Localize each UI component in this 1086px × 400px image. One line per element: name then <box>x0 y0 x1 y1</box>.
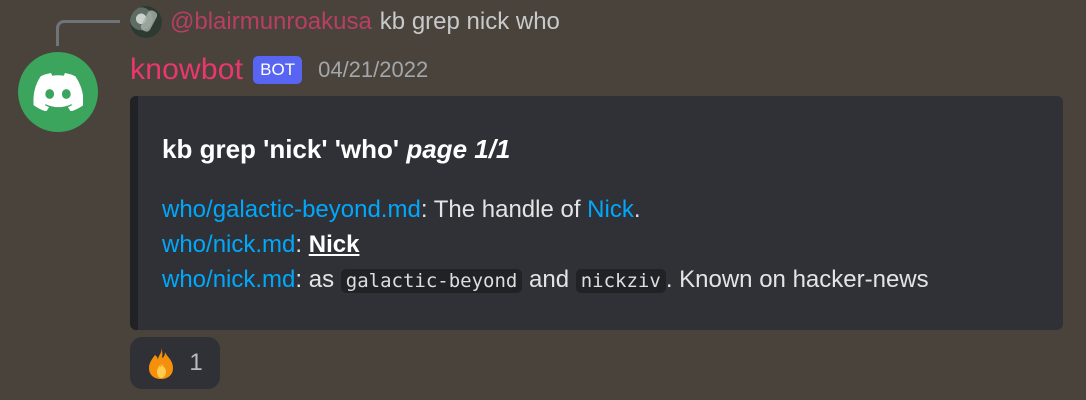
inline-code: galactic-beyond <box>340 269 523 293</box>
embed-title-main: kb grep 'nick' 'who' <box>162 134 400 164</box>
timestamp[interactable]: 04/21/2022 <box>318 57 428 83</box>
embed-title: kb grep 'nick' 'who' page 1/1 <box>162 134 510 165</box>
separator: : <box>295 231 303 258</box>
result-line: who/nick.md: as galactic-beyond and nick… <box>162 262 929 299</box>
file-link[interactable]: who/nick.md <box>162 266 295 293</box>
discord-logo-icon <box>33 73 83 111</box>
result-line: who/galactic-beyond.md: The handle of Ni… <box>162 192 929 227</box>
file-link[interactable]: who/nick.md <box>162 231 295 258</box>
result-line: who/nick.md: Nick <box>162 227 929 262</box>
author-name[interactable]: knowbot <box>130 53 243 87</box>
embed: kb grep 'nick' 'who' page 1/1 who/galact… <box>130 96 1063 330</box>
reply-author[interactable]: @blairmunroakusa <box>170 8 372 36</box>
bot-tag: BOT <box>253 56 303 84</box>
nick-link[interactable]: Nick <box>587 196 634 223</box>
file-link[interactable]: who/galactic-beyond.md <box>162 196 421 223</box>
result-text: The handle of <box>427 196 588 223</box>
reply-avatar[interactable] <box>130 6 162 38</box>
result-text: and <box>522 266 576 293</box>
result-text: . <box>633 196 641 223</box>
fire-emoji-icon <box>149 347 174 379</box>
reply-reference[interactable]: @blairmunroakusa kb grep nick who <box>130 6 560 38</box>
avatar[interactable] <box>18 52 98 132</box>
embed-title-page: page 1/1 <box>406 134 511 164</box>
result-text: . Known on hacker-news <box>665 266 929 293</box>
bold-match: Nick <box>308 231 360 258</box>
inline-code: nickziv <box>575 269 666 293</box>
reaction-button[interactable]: 1 <box>130 337 220 389</box>
reply-text[interactable]: kb grep nick who <box>380 8 560 36</box>
reply-connector <box>56 20 120 46</box>
reaction-count: 1 <box>189 349 203 376</box>
result-text: as <box>302 266 341 293</box>
message-header: knowbot BOT 04/21/2022 <box>130 50 428 90</box>
embed-results: who/galactic-beyond.md: The handle of Ni… <box>162 192 929 299</box>
